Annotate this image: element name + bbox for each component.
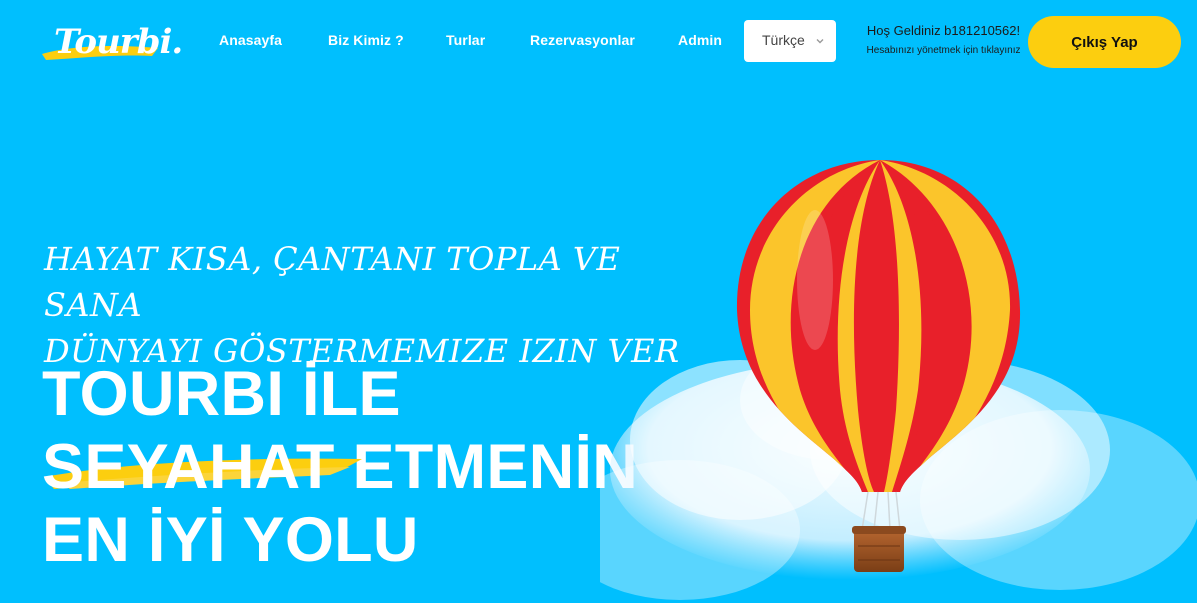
headline-highlight: SEYAHAT [42, 431, 362, 504]
nav-item-turlar[interactable]: Turlar [446, 32, 485, 48]
hero-headline-line-1: TOURBI İLE [42, 359, 401, 429]
hero-headline-line-2: SEYAHAT ETMENİN [42, 431, 682, 504]
headline-line-2-rest: ETMENİN [334, 432, 639, 502]
logo[interactable]: Tourbi. [40, 20, 183, 68]
account-manage-hint[interactable]: Hesabınızı yönetmek için tıklayınız [856, 44, 1031, 58]
hero-illustration [600, 160, 1197, 600]
nav-item-admin[interactable]: Admin [678, 32, 722, 48]
account-welcome[interactable]: Hoş Geldiniz b181210562! Hesabınızı yöne… [856, 22, 1031, 58]
logo-text: Tourbi. [54, 22, 183, 62]
nav-item-anasayfa[interactable]: Anasayfa [219, 32, 282, 48]
nav-item-rezervasyonlar[interactable]: Rezervasyonlar [530, 32, 635, 48]
hero-headline-line-3: EN İYİ YOLU [42, 505, 419, 575]
welcome-greeting[interactable]: Hoş Geldiniz b181210562! [856, 22, 1031, 39]
nav-item-biz-kimiz[interactable]: Biz Kimiz ? [328, 32, 404, 48]
logout-button[interactable]: Çıkış Yap [1028, 16, 1181, 68]
hero-headline: TOURBI İLE SEYAHAT ETMENİN EN İYİ YOLU [42, 358, 682, 577]
language-select-value: Türkçe [762, 32, 805, 48]
language-select[interactable]: Türkçe [744, 20, 836, 62]
headline-highlight-text: SEYAHAT [42, 432, 335, 502]
chevron-down-icon [816, 39, 824, 44]
